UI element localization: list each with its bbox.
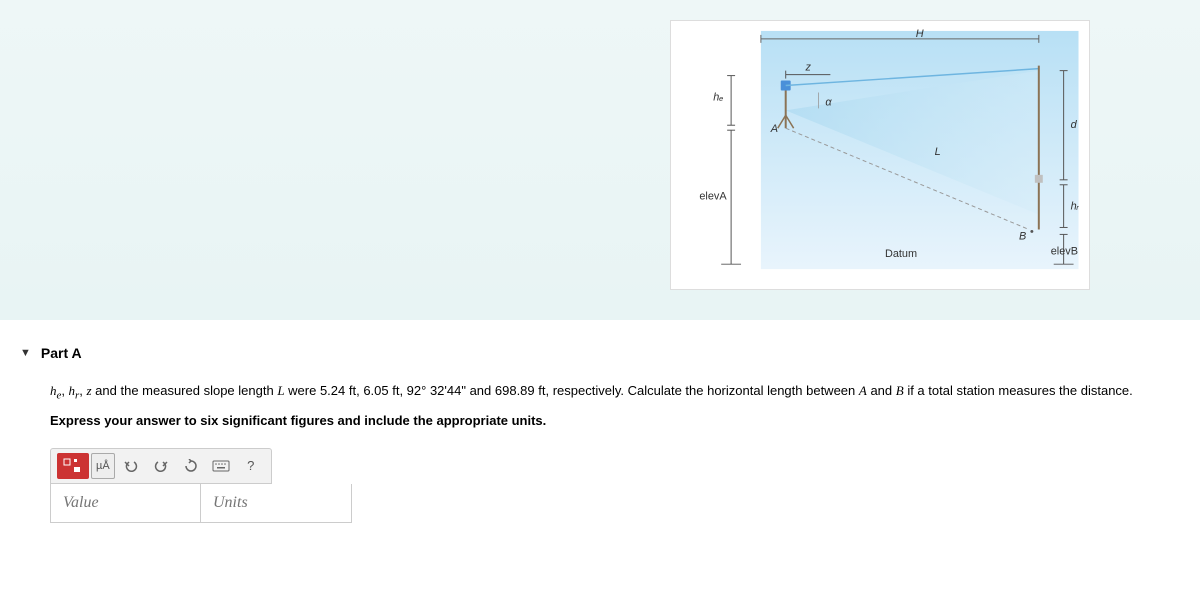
redo-button[interactable] — [147, 453, 175, 479]
question-suffix: , respectively. Calculate the horizontal… — [545, 383, 1132, 398]
question-values: 5.24 ft, 6.05 ft, 92° 32'44" and 698.89 … — [320, 383, 546, 398]
instruction-text: Express your answer to six significant f… — [50, 413, 1180, 428]
template-icon — [63, 458, 83, 474]
help-button[interactable]: ? — [237, 453, 265, 479]
reset-icon — [184, 459, 198, 473]
keyboard-button[interactable] — [207, 453, 235, 479]
redo-icon — [154, 459, 168, 473]
reset-button[interactable] — [177, 453, 205, 479]
svg-text:H: H — [916, 28, 924, 40]
svg-text:A: A — [770, 123, 778, 135]
svg-text:B: B — [1019, 230, 1026, 242]
special-char-button[interactable]: µÅ — [91, 453, 115, 479]
question-text: he, hr, z and the measured slope length … — [50, 381, 1180, 405]
svg-text:hᵣ: hᵣ — [1071, 201, 1080, 213]
svg-text:elevA: elevA — [699, 191, 727, 203]
template-button[interactable] — [57, 453, 89, 479]
input-row — [50, 484, 352, 523]
svg-text:α: α — [825, 96, 832, 108]
surveying-diagram: H z α hₑ A — [671, 21, 1089, 289]
part-title: Part A — [41, 345, 82, 361]
diagram-container: H z α hₑ A — [670, 20, 1090, 290]
svg-text:hₑ: hₑ — [713, 91, 723, 103]
svg-text:L: L — [935, 146, 941, 158]
undo-button[interactable] — [117, 453, 145, 479]
answer-toolbar: µÅ — [50, 448, 272, 484]
svg-text:z: z — [805, 62, 812, 74]
part-a-section: ▼ Part A he, hr, z and the measured slop… — [0, 320, 1200, 533]
undo-icon — [124, 459, 138, 473]
value-input[interactable] — [51, 484, 201, 522]
svg-text:Datum: Datum — [885, 248, 917, 260]
units-input[interactable] — [201, 484, 351, 522]
keyboard-icon — [212, 460, 230, 472]
svg-text:elevB: elevB — [1051, 245, 1078, 257]
svg-text:d: d — [1071, 119, 1078, 131]
collapse-arrow-icon[interactable]: ▼ — [20, 347, 31, 359]
answer-area: µÅ — [50, 448, 1180, 523]
part-header[interactable]: ▼ Part A — [20, 330, 1180, 361]
diagram-section: H z α hₑ A — [0, 0, 1200, 320]
